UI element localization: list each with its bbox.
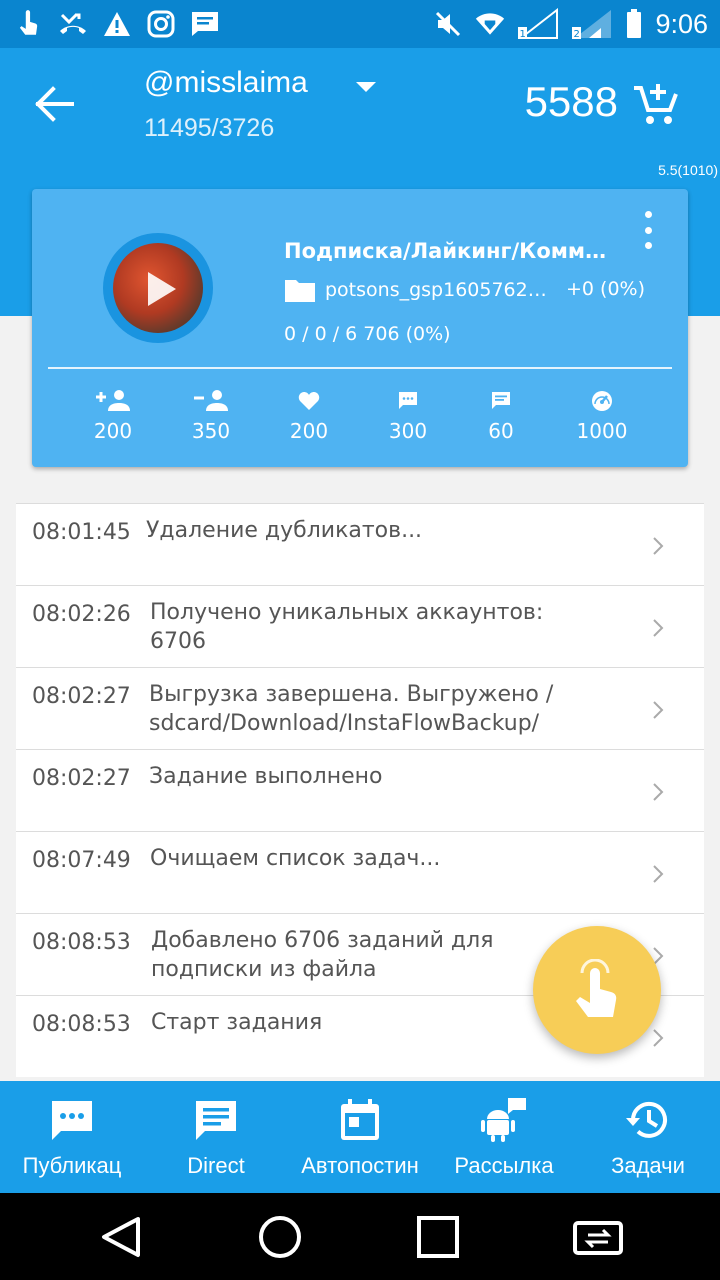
square-recents-icon: [417, 1216, 459, 1258]
log-time: 08:02:26: [32, 602, 131, 627]
add-person-icon: [63, 385, 163, 417]
chevron-right-icon: [653, 537, 664, 555]
dropdown-arrow-icon: [356, 82, 376, 92]
more-options-button[interactable]: [640, 211, 656, 249]
log-message: Выгрузка завершена. Выгружено / sdcard/D…: [149, 682, 554, 736]
limit-unfollow: 350: [161, 385, 261, 443]
nav-tasks[interactable]: Задачи: [576, 1081, 720, 1193]
battery-icon: [625, 9, 643, 39]
log-time: 08:07:49: [32, 848, 131, 873]
missed-call-icon: [58, 9, 88, 39]
log-time: 08:08:53: [32, 1012, 131, 1037]
log-row[interactable]: 08:02:27 Выгрузка завершена. Выгружено /…: [16, 667, 704, 749]
chevron-right-icon: [653, 783, 664, 801]
nav-mailing[interactable]: Рассылка: [432, 1081, 576, 1193]
calendar-icon: [341, 1099, 379, 1140]
log-time: 08:01:45: [32, 520, 131, 545]
log-message: Задание выполнено: [149, 764, 383, 789]
svg-text:2: 2: [574, 29, 580, 40]
log-time: 08:02:27: [32, 766, 131, 791]
balance: 5588: [524, 78, 618, 125]
android-icon: [481, 1098, 526, 1142]
publication-icon: [52, 1101, 92, 1140]
task-card[interactable]: Подписка/Лайкинг/Комментирование potsons…: [32, 189, 688, 467]
chevron-right-icon: [653, 701, 664, 719]
chevron-right-icon: [653, 1029, 664, 1047]
wifi-icon: [475, 9, 505, 39]
limits-row: 200 350 200 300 60 1000: [32, 385, 688, 455]
log-row[interactable]: 08:02:27 Задание выполнено: [16, 749, 704, 831]
nav-publications[interactable]: Публикац: [0, 1081, 144, 1193]
avatar-play-button[interactable]: [103, 233, 213, 343]
touch-icon: [14, 9, 44, 39]
account-name[interactable]: @misslaima: [144, 66, 308, 100]
log-message: Удаление дубликатов...: [146, 518, 423, 543]
screen-switch-icon: [573, 1221, 623, 1255]
system-back-button[interactable]: [98, 1213, 146, 1261]
task-delta: +0 (0%): [566, 278, 646, 300]
direct-icon: [196, 1101, 236, 1140]
limit-likes: 200: [259, 385, 359, 443]
arrow-back-icon: [35, 86, 74, 122]
remove-person-icon: [161, 385, 261, 417]
comment-icon: [358, 385, 458, 417]
chevron-right-icon: [653, 619, 664, 637]
card-divider: [48, 367, 672, 369]
log-message: Получено уникальных аккаунтов: 6706: [150, 600, 544, 654]
circle-home-icon: [259, 1216, 301, 1258]
speedometer-icon: [552, 385, 652, 417]
clock: 9:06: [655, 8, 708, 39]
limit-comments: 300: [358, 385, 458, 443]
task-progress: 0 / 0 / 6 706 (0%): [284, 323, 451, 345]
signal-sim2-icon: 2: [571, 9, 613, 40]
limit-speed: 1000: [552, 385, 652, 443]
system-navigation-bar: [0, 1193, 720, 1280]
fab-touch-button[interactable]: [533, 926, 661, 1054]
limit-follow: 200: [63, 385, 163, 443]
instagram-icon: [146, 9, 176, 39]
folder-icon: [284, 277, 318, 303]
triangle-back-icon: [102, 1217, 140, 1257]
log-time: 08:08:53: [32, 930, 131, 955]
svg-text:1: 1: [520, 29, 526, 40]
log-message: Добавлено 6706 заданий для подписки из ф…: [151, 928, 494, 982]
back-button[interactable]: [32, 82, 80, 126]
app-screen: 1 2 9:06 @misslaima 11495/3726 5588 5.5(…: [0, 0, 720, 1280]
play-icon: [148, 272, 176, 306]
add-shopping-cart-icon: [634, 84, 678, 124]
system-switch-button[interactable]: [572, 1213, 623, 1261]
history-icon: [626, 1101, 667, 1138]
chevron-right-icon: [653, 865, 664, 883]
system-home-button[interactable]: [256, 1213, 304, 1261]
version-label: 5.5(1010): [658, 162, 718, 178]
log-message: Очищаем список задач...: [150, 846, 441, 871]
log-row[interactable]: 08:01:45 Удаление дубликатов...: [16, 503, 704, 585]
signal-sim1-icon: 1: [517, 8, 559, 40]
direct-message-icon: [451, 385, 551, 417]
limit-direct: 60: [451, 385, 551, 443]
nav-direct[interactable]: Direct: [144, 1081, 288, 1193]
log-message: Старт задания: [151, 1010, 323, 1035]
heart-icon: [259, 385, 359, 417]
mute-icon: [433, 9, 463, 39]
log-row[interactable]: 08:07:49 Очищаем список задач...: [16, 831, 704, 913]
app-toolbar: @misslaima 11495/3726 5588: [0, 48, 720, 160]
account-dropdown[interactable]: [352, 76, 380, 96]
task-file-name: potsons_gsp1605762123: [325, 279, 551, 301]
warning-icon: [102, 9, 132, 39]
log-row[interactable]: 08:02:26 Получено уникальных аккаунтов: …: [16, 585, 704, 667]
avatar: [113, 243, 203, 333]
more-vert-icon: [644, 211, 652, 218]
account-stats: 11495/3726: [144, 114, 275, 142]
touch-app-icon: [576, 959, 617, 1017]
task-title: Подписка/Лайкинг/Комментирование: [284, 239, 614, 263]
nav-autoposting[interactable]: Автопостин: [288, 1081, 432, 1193]
system-recents-button[interactable]: [414, 1213, 462, 1261]
log-time: 08:02:27: [32, 684, 131, 709]
message-icon: [190, 9, 220, 39]
status-bar: 1 2 9:06: [0, 0, 720, 48]
bottom-navigation: Публикац Direct Автопостин Рассылка Зада…: [0, 1081, 720, 1193]
add-cart-button[interactable]: [632, 80, 680, 128]
